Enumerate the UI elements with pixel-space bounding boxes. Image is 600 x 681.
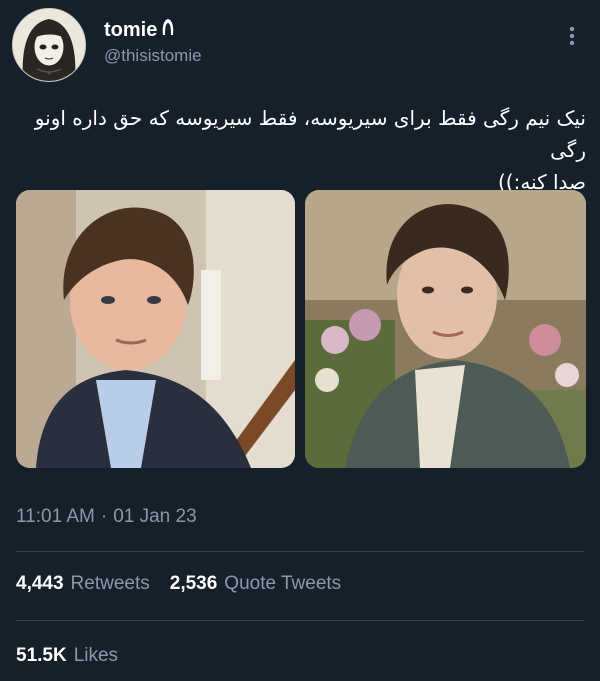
young-man-photo-image (305, 190, 586, 468)
likes-stat[interactable]: 51.5K Likes (16, 645, 118, 667)
retweets-count: 4,443 (16, 573, 64, 594)
author-display-name[interactable]: tomie (104, 18, 202, 42)
quote-tweets-count: 2,536 (169, 573, 218, 594)
tweet-text-line1: نیک نیم رگی فقط برای سیریوسه، فقط سیریوس… (34, 106, 586, 162)
tweet-time: 11:01 AM (16, 506, 95, 527)
author-avatar[interactable] (12, 8, 86, 82)
engagement-stats-row: 4,443 Retweets 2,536 Quote Tweets (16, 573, 361, 595)
manga-girl-avatar-icon (13, 9, 85, 81)
likes-stats-row: 51.5K Likes (16, 645, 138, 667)
retweets-label: Retweets (70, 573, 150, 594)
display-name-text: tomie (104, 18, 158, 41)
divider-middle (16, 620, 584, 621)
tweet-header: tomie @thisistomie (12, 8, 588, 84)
tweet-text: نیک نیم رگی فقط برای سیریوسه، فقط سیریوس… (16, 102, 586, 198)
photo-right[interactable] (305, 190, 586, 468)
quote-tweets-label: Quote Tweets (224, 573, 342, 594)
likes-label: Likes (73, 645, 119, 666)
likes-count: 51.5K (16, 645, 67, 666)
author-handle[interactable]: @thisistomie (104, 46, 202, 66)
author-info: tomie @thisistomie (104, 18, 202, 66)
boy-photo-image (16, 190, 295, 468)
quote-tweets-stat[interactable]: 2,536 Quote Tweets (170, 573, 341, 595)
divider-top (16, 551, 584, 552)
photo-left[interactable] (16, 190, 295, 468)
more-vertical-icon (569, 26, 575, 46)
timestamp-separator: · (100, 506, 108, 527)
hair-emoji-icon (160, 18, 176, 42)
tweet-timestamp[interactable]: 11:01 AM · 01 Jan 23 (16, 506, 197, 528)
more-options-button[interactable] (562, 22, 582, 50)
retweets-stat[interactable]: 4,443 Retweets (16, 573, 150, 595)
tweet-date: 01 Jan 23 (113, 506, 197, 527)
